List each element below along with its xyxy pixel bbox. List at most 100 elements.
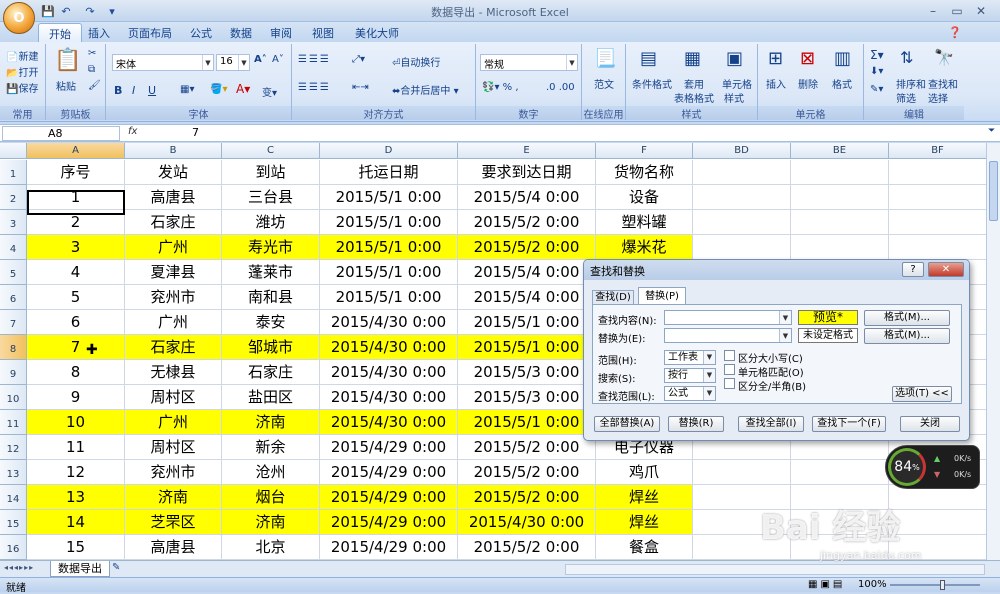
cell-f14[interactable]: 焊丝: [596, 485, 693, 510]
row-header-16[interactable]: 16: [0, 535, 27, 560]
template-button[interactable]: 范文: [594, 76, 614, 91]
column-header-e[interactable]: E: [458, 143, 596, 159]
cell-b6[interactable]: 兖州市: [125, 285, 222, 310]
cell-bd1[interactable]: [693, 160, 791, 185]
cell-e9[interactable]: 2015/5/3 0:00: [458, 360, 596, 385]
cell-d4[interactable]: 2015/5/1 0:00: [320, 235, 458, 260]
cell-c10[interactable]: 盐田区: [222, 385, 320, 410]
cell-d14[interactable]: 2015/4/29 0:00: [320, 485, 458, 510]
cell-c11[interactable]: 济南: [222, 410, 320, 435]
cell-b15[interactable]: 芝罘区: [125, 510, 222, 535]
border-icon[interactable]: ▦▾: [180, 84, 194, 95]
cell-a16[interactable]: 15: [27, 535, 125, 560]
search-select[interactable]: 按行 ▼: [664, 368, 716, 383]
options-button[interactable]: 选项(T) <<: [892, 386, 952, 402]
cell-f3[interactable]: 塑料罐: [596, 210, 693, 235]
horizontal-align-icons[interactable]: ☰☰☰: [298, 82, 331, 93]
cell-c1[interactable]: 到站: [222, 160, 320, 185]
cell-b1[interactable]: 发站: [125, 160, 222, 185]
save-button[interactable]: 💾保存: [6, 80, 38, 95]
restore-icon[interactable]: ▭: [946, 2, 968, 19]
cell-b4[interactable]: 广州: [125, 235, 222, 260]
cell-e11[interactable]: 2015/5/1 0:00: [458, 410, 596, 435]
tab-view[interactable]: 视图: [302, 23, 344, 42]
cell-a13[interactable]: 12: [27, 460, 125, 485]
cell-c8[interactable]: 邹城市: [222, 335, 320, 360]
orientation-icon[interactable]: ⤢▾: [352, 54, 365, 65]
row-header-4[interactable]: 4: [0, 235, 27, 260]
cell-b9[interactable]: 无棣县: [125, 360, 222, 385]
format-table-icon[interactable]: ▦: [684, 48, 701, 69]
shrink-font-icon[interactable]: A˅: [272, 54, 284, 65]
cell-f13[interactable]: 鸡爪: [596, 460, 693, 485]
lookin-select[interactable]: 公式 ▼: [664, 386, 716, 401]
cell-a4[interactable]: 3: [27, 235, 125, 260]
row-header-1[interactable]: 1: [0, 160, 27, 185]
decimal-icons[interactable]: .0 .00: [546, 82, 575, 93]
cell-b13[interactable]: 兖州市: [125, 460, 222, 485]
cell-be3[interactable]: [791, 210, 889, 235]
cell-be1[interactable]: [791, 160, 889, 185]
cell-f16[interactable]: 餐盒: [596, 535, 693, 560]
delete-cells-button[interactable]: 删除: [798, 76, 818, 91]
font-size-select[interactable]: 16 ▼: [216, 54, 250, 71]
template-icon[interactable]: 📃: [594, 48, 616, 69]
close-icon[interactable]: ✕: [970, 2, 992, 19]
row-header-15[interactable]: 15: [0, 510, 27, 535]
cell-e8[interactable]: 2015/5/1 0:00: [458, 335, 596, 360]
underline-icon[interactable]: U: [148, 84, 156, 97]
row-header-3[interactable]: 3: [0, 210, 27, 235]
cell-c4[interactable]: 寿光市: [222, 235, 320, 260]
font-name-select[interactable]: 宋体 ▼: [112, 54, 214, 71]
cell-e5[interactable]: 2015/5/4 0:00: [458, 260, 596, 285]
expand-formula-icon[interactable]: ⏷: [988, 126, 995, 136]
cell-d15[interactable]: 2015/4/29 0:00: [320, 510, 458, 535]
bold-icon[interactable]: B: [114, 84, 122, 97]
cell-style-button[interactable]: 单元格: [722, 76, 752, 91]
cell-d9[interactable]: 2015/4/30 0:00: [320, 360, 458, 385]
zoom-slider[interactable]: [890, 584, 980, 586]
view-buttons[interactable]: ▦▣▤: [808, 579, 845, 590]
find-all-button[interactable]: 查找全部(I): [738, 416, 804, 432]
cell-d11[interactable]: 2015/4/30 0:00: [320, 410, 458, 435]
column-header-bf[interactable]: BF: [889, 143, 986, 159]
sheet-tab-data[interactable]: 数据导出: [50, 561, 110, 577]
phonetic-icon[interactable]: 变▾: [262, 84, 277, 99]
cell-f4[interactable]: 爆米花: [596, 235, 693, 260]
dialog-help-button[interactable]: ?: [902, 262, 924, 277]
cell-b7[interactable]: 广州: [125, 310, 222, 335]
help-icon[interactable]: ❓: [948, 26, 962, 39]
vertical-scroll-thumb[interactable]: [989, 161, 998, 221]
delete-cells-icon[interactable]: ⊠: [800, 48, 815, 69]
cell-d7[interactable]: 2015/4/30 0:00: [320, 310, 458, 335]
cell-e3[interactable]: 2015/5/2 0:00: [458, 210, 596, 235]
tab-home[interactable]: 开始: [38, 23, 82, 42]
row-header-6[interactable]: 6: [0, 285, 27, 310]
tab-review[interactable]: 审阅: [260, 23, 302, 42]
match-byte-checkbox[interactable]: [724, 378, 735, 389]
cell-c2[interactable]: 三台县: [222, 185, 320, 210]
cell-c12[interactable]: 新余: [222, 435, 320, 460]
grow-font-icon[interactable]: A˄: [254, 54, 267, 65]
cell-bf4[interactable]: [889, 235, 986, 260]
row-header-12[interactable]: 12: [0, 435, 27, 460]
cell-a12[interactable]: 11: [27, 435, 125, 460]
cell-a11[interactable]: 10: [27, 410, 125, 435]
cell-b16[interactable]: 高唐县: [125, 535, 222, 560]
cell-b10[interactable]: 周村区: [125, 385, 222, 410]
cell-e12[interactable]: 2015/5/2 0:00: [458, 435, 596, 460]
find-next-button[interactable]: 查找下一个(F): [812, 416, 886, 432]
name-box[interactable]: A8: [2, 126, 120, 141]
replace-format-button[interactable]: 格式(M)...: [864, 328, 950, 344]
cell-bf3[interactable]: [889, 210, 986, 235]
cell-b12[interactable]: 周村区: [125, 435, 222, 460]
cell-b5[interactable]: 夏津县: [125, 260, 222, 285]
fill-icon[interactable]: ⬇▾: [870, 66, 883, 77]
formula-input[interactable]: 7: [192, 126, 199, 139]
cell-b11[interactable]: 广州: [125, 410, 222, 435]
cell-e10[interactable]: 2015/5/3 0:00: [458, 385, 596, 410]
cell-bd2[interactable]: [693, 185, 791, 210]
tab-page-layout[interactable]: 页面布局: [118, 23, 182, 42]
vertical-scrollbar[interactable]: [986, 143, 1000, 560]
autosum-icon[interactable]: Σ▾: [870, 48, 884, 62]
